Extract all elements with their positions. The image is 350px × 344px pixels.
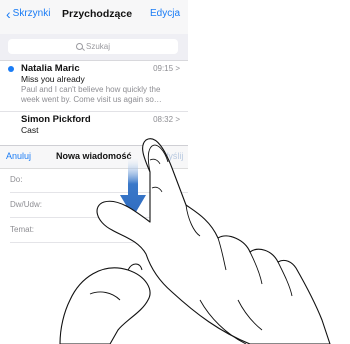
hand-gesture-icon — [59, 138, 331, 344]
